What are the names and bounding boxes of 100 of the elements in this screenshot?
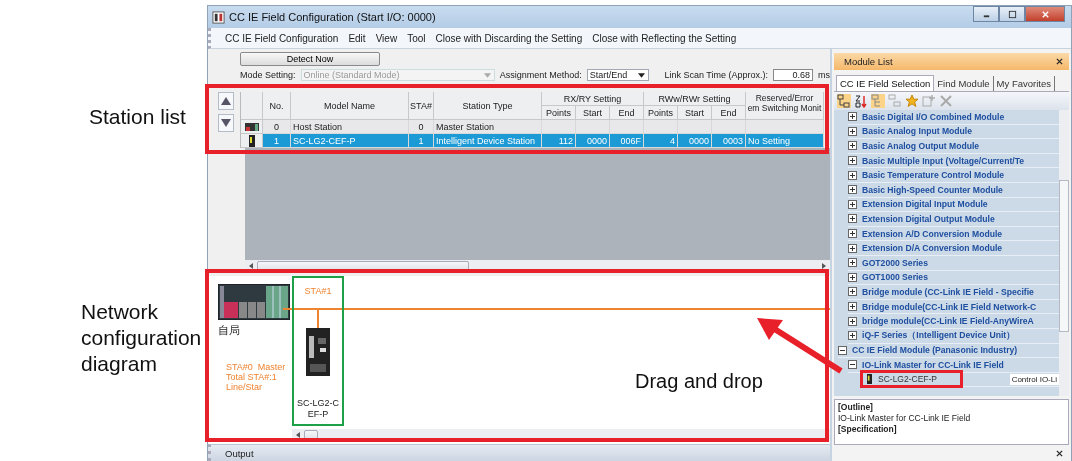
table-cell: 006F [610, 134, 644, 148]
assignment-method-label: Assignment Method: [499, 70, 582, 80]
expand-box-icon[interactable] [848, 272, 857, 282]
menu-item[interactable]: Close with Reflecting the Setting [592, 32, 737, 44]
module-description: Control IO-Li [1009, 374, 1059, 385]
expand-box-icon[interactable] [848, 243, 857, 253]
move-down-button[interactable] [218, 114, 234, 132]
expand-box-icon[interactable] [848, 112, 857, 122]
output-label[interactable]: Output [225, 447, 254, 459]
expand-box-icon[interactable] [848, 302, 857, 311]
callout-label: Drag and drop [635, 370, 763, 393]
tab[interactable]: My Favorites [993, 76, 1055, 91]
table-cell: 0000 [576, 134, 610, 148]
collapse-box-icon[interactable] [848, 360, 857, 370]
scrollbar-thumb[interactable] [257, 260, 469, 272]
star-icon[interactable] [905, 94, 919, 108]
expand-box-icon[interactable] [848, 214, 857, 224]
collapse-box-icon[interactable] [838, 345, 847, 355]
tree-item[interactable]: IO-Link Master for CC-Link IE Field [848, 358, 1059, 373]
table-cell [644, 120, 678, 134]
column-header: RX/RY Setting [542, 92, 644, 106]
close-icon [1040, 9, 1050, 19]
tree-item[interactable]: Extension D/A Conversion Module [848, 241, 1059, 256]
tree-item[interactable]: Basic High-Speed Counter Module [848, 182, 1059, 198]
detect-now-button[interactable]: Detect Now [240, 52, 380, 66]
expand-box-icon[interactable] [848, 126, 857, 136]
tree-item[interactable]: GOT1000 Series [848, 270, 1059, 286]
tree-item[interactable]: iQ-F Series（Intelligent Device Unit） [848, 328, 1059, 344]
column-header: End [712, 106, 746, 120]
tree-item[interactable]: Extension A/D Conversion Module [848, 226, 1059, 242]
close-button[interactable] [1025, 6, 1065, 22]
menu-item[interactable]: Edit [348, 32, 366, 44]
device-icon [248, 134, 255, 147]
expand-box-icon[interactable] [848, 199, 857, 209]
device-icon [867, 374, 872, 385]
sort-icon[interactable] [854, 94, 868, 108]
unit-label: ms [818, 70, 830, 80]
menu-item[interactable]: Tool [407, 32, 426, 44]
host-label: 自局 [218, 323, 241, 338]
up-arrow-icon [221, 97, 231, 105]
expand-box-icon[interactable] [848, 170, 857, 180]
tree-item[interactable]: CC IE Field Module (Panasonic Industry) [838, 343, 1059, 359]
tree-item[interactable]: Extension Digital Input Module [848, 197, 1059, 213]
tree-item[interactable]: Extension Digital Output Module [848, 212, 1059, 227]
tree-view-icon[interactable] [837, 94, 851, 108]
module-item[interactable]: SC-LG2-CEF-P Control IO-Li [864, 372, 1059, 388]
vertical-scrollbar[interactable] [1059, 110, 1069, 396]
station-node[interactable]: STA#1 SC-LG2-CEF-P [292, 276, 344, 426]
column-header: Points [644, 106, 678, 120]
table-cell: 0 [409, 120, 434, 134]
mode-setting-label: Mode Setting: [240, 70, 296, 80]
expand-box-icon[interactable] [848, 316, 857, 326]
tree-item[interactable]: GOT2000 Series [848, 255, 1059, 271]
link-scan-time-label: Link Scan Time (Approx.): [664, 70, 769, 80]
menu-item[interactable]: CC IE Field Configuration [225, 32, 339, 44]
minimize-button[interactable] [973, 6, 999, 22]
link-scan-time-field[interactable]: 0.68 [773, 69, 813, 81]
column-header: STA# [409, 92, 434, 120]
panel-title: Module List [844, 56, 893, 67]
callout-label: Network configuration diagram [80, 299, 201, 377]
tab[interactable]: Find Module [934, 76, 994, 91]
tree-item[interactable]: Basic Digital I/O Combined Module [848, 110, 1059, 125]
scrollbar-thumb[interactable] [1059, 180, 1069, 332]
close-icon[interactable] [1056, 449, 1063, 457]
expand-box-icon[interactable] [848, 229, 857, 239]
tab[interactable]: CC IE Field Selection [836, 75, 935, 91]
tree-item[interactable]: Basic Analog Output Module [848, 139, 1059, 154]
table-cell [712, 120, 746, 134]
menu-item[interactable]: Close with Discarding the Setting [435, 32, 583, 44]
column-header: Station Type [434, 92, 542, 120]
table-cell [678, 120, 712, 134]
expand-box-icon[interactable] [848, 258, 857, 268]
menu-item[interactable]: View [375, 32, 398, 44]
tree-item[interactable]: bridge module(CC-Link IE Field-AnyWireA [848, 314, 1059, 329]
station-info-text: Line/Star [226, 382, 264, 392]
app-icon [212, 10, 225, 24]
tree-item[interactable]: Basic Temperature Control Module [848, 168, 1059, 183]
window-title: CC IE Field Configuration (Start I/O: 0000) [229, 11, 436, 23]
tree-item[interactable]: Bridge module (CC-Link IE Field - Specifie [848, 285, 1059, 300]
tree-item[interactable]: Basic Analog Input Module [848, 124, 1059, 140]
section-heading: [Specification] [838, 424, 898, 435]
column-header: Start [576, 106, 610, 120]
close-icon[interactable] [1056, 58, 1063, 65]
tree-item[interactable]: Bridge module(CC-Link IE Field Network-C [848, 299, 1059, 315]
table-cell: No Setting [746, 134, 824, 148]
expand-box-icon[interactable] [848, 287, 857, 297]
station-info-text: STA#0 Master [226, 362, 287, 372]
maximize-button[interactable] [999, 6, 1025, 22]
tree-item[interactable]: Basic Multiple Input (Voltage/Current/Te [848, 153, 1059, 169]
scrollbar-thumb[interactable] [304, 429, 318, 441]
assignment-method-dropdown[interactable]: Start/End [586, 69, 650, 81]
expand-box-icon[interactable] [848, 331, 857, 341]
column-header: RWw/RWr Setting [644, 92, 746, 106]
station-number: STA#1 [304, 286, 332, 296]
expand-box-icon[interactable] [848, 141, 857, 151]
move-up-button[interactable] [218, 92, 234, 110]
table-cell [576, 120, 610, 134]
expand-box-icon[interactable] [848, 185, 857, 195]
expand-box-icon[interactable] [848, 156, 857, 166]
table-cell: 4 [644, 134, 678, 148]
